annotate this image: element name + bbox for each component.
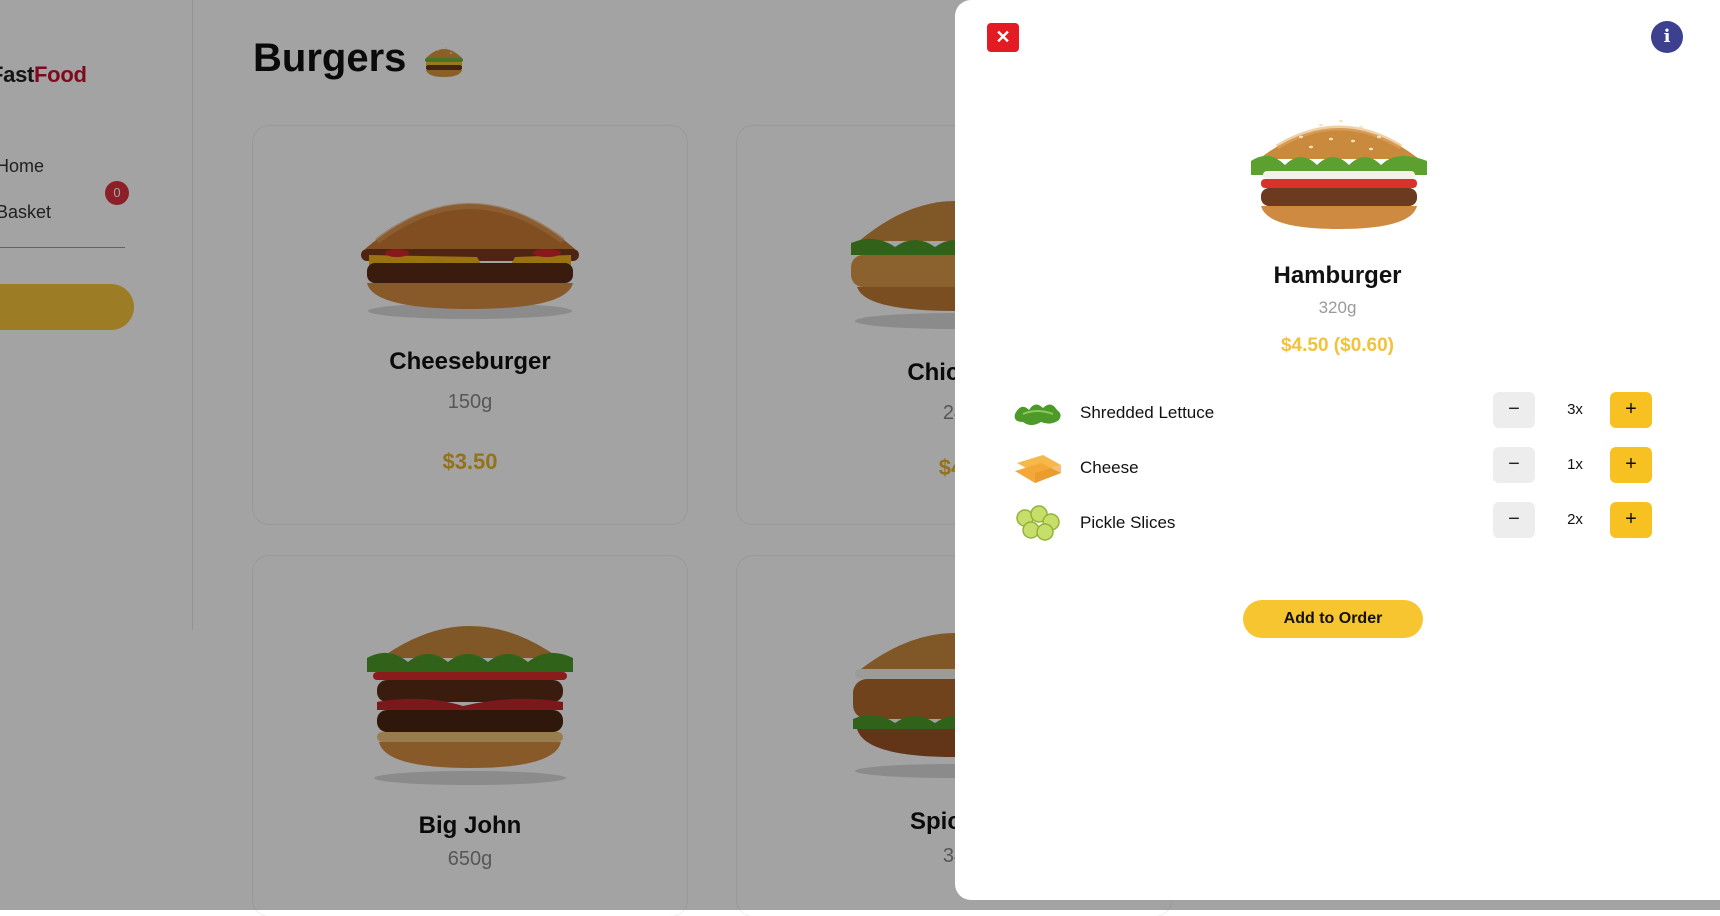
ingredient-row: Shredded Lettuce − 3x + [1013,392,1663,432]
cheese-icon [1015,455,1061,483]
ingredient-name: Pickle Slices [1080,513,1176,532]
product-price: $4.50 ($0.60) [1280,335,1395,356]
close-icon: ✕ [995,27,1011,47]
ingredient-quantity: 3x [1567,401,1583,418]
ingredient-row: Pickle Slices − 2x + [1013,502,1663,542]
close-button[interactable]: ✕ [987,23,1019,52]
increase-quantity-button[interactable]: + [1610,502,1652,538]
lettuce-icon [1014,404,1061,425]
increase-quantity-button[interactable]: + [1610,392,1652,428]
ingredient-row: Cheese − 1x + [1013,447,1663,487]
ingredient-quantity: 2x [1567,511,1583,528]
pickle-icon [1016,505,1060,541]
product-name: Hamburger [1273,262,1402,289]
ingredient-name: Cheese [1080,458,1139,477]
hamburger-image [1251,119,1427,229]
info-button[interactable]: i [1651,21,1683,53]
decrease-quantity-button[interactable]: − [1493,392,1535,428]
ingredient-name: Shredded Lettuce [1080,403,1215,422]
info-icon: i [1663,26,1671,47]
product-weight: 320g [1318,298,1357,317]
ingredient-quantity: 1x [1567,456,1583,473]
product-detail-drawer: ✕ i Hamburger 320g $4.50 ($0.60) Shredde… [955,0,1720,900]
decrease-quantity-button[interactable]: − [1493,447,1535,483]
increase-quantity-button[interactable]: + [1610,447,1652,483]
decrease-quantity-button[interactable]: − [1493,502,1535,538]
add-to-order-button[interactable]: Add to Order [1243,600,1423,638]
